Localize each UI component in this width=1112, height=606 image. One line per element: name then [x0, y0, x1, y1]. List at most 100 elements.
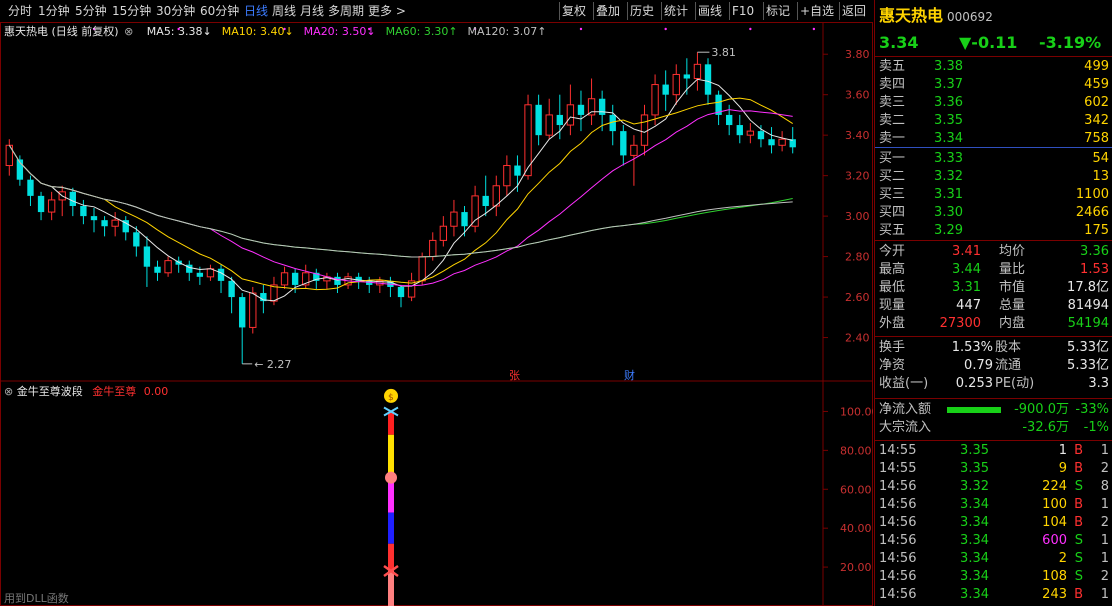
candle: [492, 175, 500, 217]
candle: [323, 272, 331, 289]
stat-label-2: 总量: [999, 298, 1026, 313]
panel-divider: [875, 440, 1112, 441]
toolbar-action-3[interactable]: 统计: [664, 3, 688, 19]
candle: [80, 199, 87, 225]
candle: [101, 216, 108, 237]
toolbar-action-8[interactable]: 返回: [842, 3, 866, 19]
candle: [566, 84, 575, 136]
candle: [387, 276, 394, 298]
kline-chart-area[interactable]: 3.80 3.60 3.40 3.20 3.00 2.80 2.60 2.40 3.81 ← 2.…: [0, 22, 873, 606]
stat-row: 今开 3.41 均价 3.36: [875, 243, 1112, 261]
candle: [302, 264, 310, 289]
tick-count: 8: [1100, 479, 1109, 494]
money-bag-glyph: $: [388, 393, 394, 403]
period-tab-2[interactable]: 5分钟: [75, 3, 107, 19]
toolbar-action-4[interactable]: 画线: [698, 3, 722, 19]
tick-row: 14:56 3.34 2 S 1: [875, 550, 1112, 568]
period-tab-0[interactable]: 分时: [8, 3, 32, 19]
indicator-segment: [388, 543, 394, 571]
signal-dot: [749, 27, 752, 31]
bid-row: 买四 3.30 2466: [875, 204, 1112, 222]
signal-dot: [579, 27, 583, 31]
panel-divider: [875, 398, 1112, 399]
candle: [503, 155, 511, 196]
toolbar-divider: [559, 2, 560, 20]
candle-body: [291, 272, 299, 285]
period-tab-1[interactable]: 1分钟: [38, 3, 70, 19]
candle: [58, 185, 66, 217]
candle-body: [133, 232, 140, 247]
candle-body: [249, 292, 257, 328]
panel-divider: [875, 240, 1112, 241]
tick-volume: 1: [1058, 443, 1067, 458]
event-marker-zhang[interactable]: 张: [509, 369, 520, 382]
stat-label: 现量: [879, 298, 906, 313]
kline-chart-svg[interactable]: 3.80 3.60 3.40 3.20 3.00 2.80 2.60 2.40 3.81 ← 2.…: [0, 22, 873, 606]
flow-row: 净流入额 -900.0万 -33%: [875, 401, 1112, 419]
candle: [768, 127, 775, 154]
bid-price: 3.31: [934, 187, 963, 202]
stat-label: 外盘: [879, 316, 906, 331]
toolbar-action-2[interactable]: 历史: [630, 3, 654, 19]
candle-body: [693, 63, 702, 79]
toolbar-divider: [797, 2, 798, 20]
sub-chart-axis: 100.00 80.00 60.00 40.00 20.00: [823, 405, 873, 574]
ask-row: 卖四 3.37 459: [875, 76, 1112, 94]
period-tab-7[interactable]: 周线: [272, 3, 296, 19]
fund-value: 1.53%: [951, 340, 993, 355]
price-tick-label: 3.80: [845, 48, 870, 61]
tick-volume: 104: [1042, 515, 1067, 530]
toolbar-action-1[interactable]: 叠加: [596, 3, 620, 19]
tick-side: S: [1074, 533, 1083, 548]
period-tab-3[interactable]: 15分钟: [112, 3, 151, 19]
candle: [535, 94, 542, 146]
candle-body: [757, 131, 765, 140]
tick-price: 3.34: [960, 587, 989, 602]
ask-price: 3.36: [934, 95, 963, 110]
legend-toggle-icon[interactable]: ⊗: [124, 25, 133, 38]
period-tab-6[interactable]: 日线: [244, 3, 268, 19]
tick-price: 3.34: [960, 515, 989, 530]
candle-body: [418, 256, 426, 282]
bid-label: 买四: [879, 205, 906, 220]
tick-count: 1: [1100, 497, 1109, 512]
candle-body: [672, 73, 680, 96]
ma-line-ma5: [8, 78, 793, 302]
tick-count: 1: [1100, 587, 1109, 602]
toolbar-action-7[interactable]: +自选: [800, 3, 834, 19]
tick-row: 14:55 3.35 9 B 2: [875, 460, 1112, 478]
flow-value: -900.0万: [1014, 402, 1069, 417]
ma-legend-0: MA5: 3.38↓: [146, 25, 212, 38]
candle-body: [514, 165, 521, 176]
period-tab-4[interactable]: 30分钟: [156, 3, 195, 19]
tick-row: 14:56 3.34 600 S 1: [875, 532, 1112, 550]
fund-value: 0.253: [955, 376, 993, 391]
candle: [154, 260, 161, 281]
chart-legend: 惠天热电 (日线 前复权) ⊗ MA5: 3.38↓ MA10: 3.40↓ MA2…: [4, 24, 550, 40]
toolbar-action-5[interactable]: F10: [732, 3, 754, 19]
tick-volume: 9: [1058, 461, 1067, 476]
candle-body: [545, 114, 553, 136]
candle-body: [566, 104, 575, 126]
ma-line-ma10: [8, 97, 793, 291]
period-tab-10[interactable]: 更多 >: [368, 3, 406, 19]
candle-body: [662, 84, 669, 95]
period-tab-9[interactable]: 多周期: [328, 3, 364, 19]
toolbar-action-0[interactable]: 复权: [562, 3, 586, 19]
sub-toggle-icon[interactable]: ⊗: [4, 385, 13, 398]
candle-body: [778, 138, 786, 146]
candle: [334, 272, 341, 294]
fund-label: 收益(一): [879, 376, 929, 391]
stat-value-2: 17.8亿: [1067, 280, 1109, 295]
period-tab-8[interactable]: 月线: [300, 3, 324, 19]
candle-body: [482, 195, 489, 206]
flow-row: 大宗流入 -32.6万 -1%: [875, 419, 1112, 437]
event-marker-cai[interactable]: 财: [624, 368, 635, 382]
period-tab-5[interactable]: 60分钟: [200, 3, 239, 19]
tick-side: B: [1074, 497, 1083, 512]
ask-row: 卖二 3.35 342: [875, 112, 1112, 130]
toolbar-action-6[interactable]: 标记: [766, 3, 790, 19]
stock-code: 000692: [947, 10, 993, 24]
fund-row: 净资 0.79 流通 5.33亿: [875, 357, 1112, 375]
panel-divider: [875, 56, 1112, 57]
